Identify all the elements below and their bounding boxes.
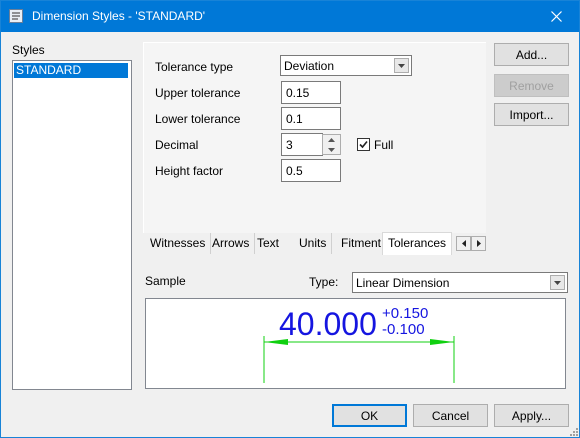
tolerance-type-label: Tolerance type xyxy=(155,60,234,74)
tab-tolerances[interactable]: Tolerances xyxy=(382,232,453,255)
full-checkbox[interactable] xyxy=(357,138,370,151)
sample-type-combo[interactable]: Linear Dimension xyxy=(352,272,568,293)
tab-arrows[interactable]: Arrows xyxy=(207,233,256,254)
title-bar: Dimension Styles - 'STANDARD' xyxy=(1,1,579,32)
styles-label: Styles xyxy=(12,43,45,57)
tab-text[interactable]: Text xyxy=(252,233,284,254)
close-icon xyxy=(550,11,562,22)
dimension-value-text: 40.000 xyxy=(279,306,377,342)
right-arrowhead xyxy=(430,339,454,345)
sample-type-value: Linear Dimension xyxy=(356,276,450,290)
upper-tolerance-label: Upper tolerance xyxy=(155,86,241,100)
dimension-app-icon xyxy=(9,9,23,23)
decimal-input[interactable]: 3 xyxy=(281,133,323,156)
resize-grip-icon[interactable] xyxy=(568,426,578,436)
lower-tolerance-label: Lower tolerance xyxy=(155,112,241,126)
tab-fitment[interactable]: Fitment xyxy=(336,233,386,254)
upper-tolerance-text: +0.150 xyxy=(382,305,428,322)
left-arrowhead xyxy=(264,339,288,345)
height-factor-label: Height factor xyxy=(155,164,224,178)
sample-preview: 40.000 +0.150 -0.100 xyxy=(145,298,566,389)
cancel-button[interactable]: Cancel xyxy=(413,404,488,427)
close-button[interactable] xyxy=(533,1,579,32)
tolerance-type-value: Deviation xyxy=(284,59,335,73)
dimension-preview-drawing: 40.000 +0.150 -0.100 xyxy=(263,305,455,383)
tab-units[interactable]: Units xyxy=(294,233,333,254)
dimension-styles-dialog: Dimension Styles - 'STANDARD' Styles STA… xyxy=(0,0,580,438)
chevron-right-icon xyxy=(476,240,481,247)
decimal-label: Decimal xyxy=(155,138,199,152)
decimal-spinner[interactable] xyxy=(322,134,341,155)
checkmark-icon xyxy=(359,140,368,149)
lower-tolerance-input[interactable]: 0.1 xyxy=(281,107,341,130)
remove-button[interactable]: Remove xyxy=(494,74,569,97)
style-item-standard[interactable]: STANDARD xyxy=(14,63,128,78)
type-label: Type: xyxy=(309,275,339,289)
spin-down-icon[interactable] xyxy=(323,145,340,155)
chevron-down-icon[interactable] xyxy=(394,58,409,73)
ok-button[interactable]: OK xyxy=(332,404,407,427)
tab-witnesses[interactable]: Witnesses xyxy=(145,233,212,254)
window-title: Dimension Styles - 'STANDARD' xyxy=(32,9,206,23)
sample-label: Sample xyxy=(145,274,186,288)
spin-up-icon[interactable] xyxy=(323,135,340,145)
add-button[interactable]: Add... xyxy=(494,43,569,66)
import-button[interactable]: Import... xyxy=(494,103,569,126)
full-label: Full xyxy=(374,138,394,152)
height-factor-input[interactable]: 0.5 xyxy=(281,159,341,182)
chevron-down-icon[interactable] xyxy=(550,275,565,290)
chevron-left-icon xyxy=(461,240,466,247)
tolerance-type-combo[interactable]: Deviation xyxy=(280,55,412,76)
apply-button[interactable]: Apply... xyxy=(494,404,569,427)
lower-tolerance-text: -0.100 xyxy=(382,321,425,338)
upper-tolerance-input[interactable]: 0.15 xyxy=(281,81,341,104)
styles-list[interactable]: STANDARD xyxy=(12,60,132,390)
tab-scroll-right[interactable] xyxy=(471,236,486,251)
tab-scroll-left[interactable] xyxy=(456,236,471,251)
